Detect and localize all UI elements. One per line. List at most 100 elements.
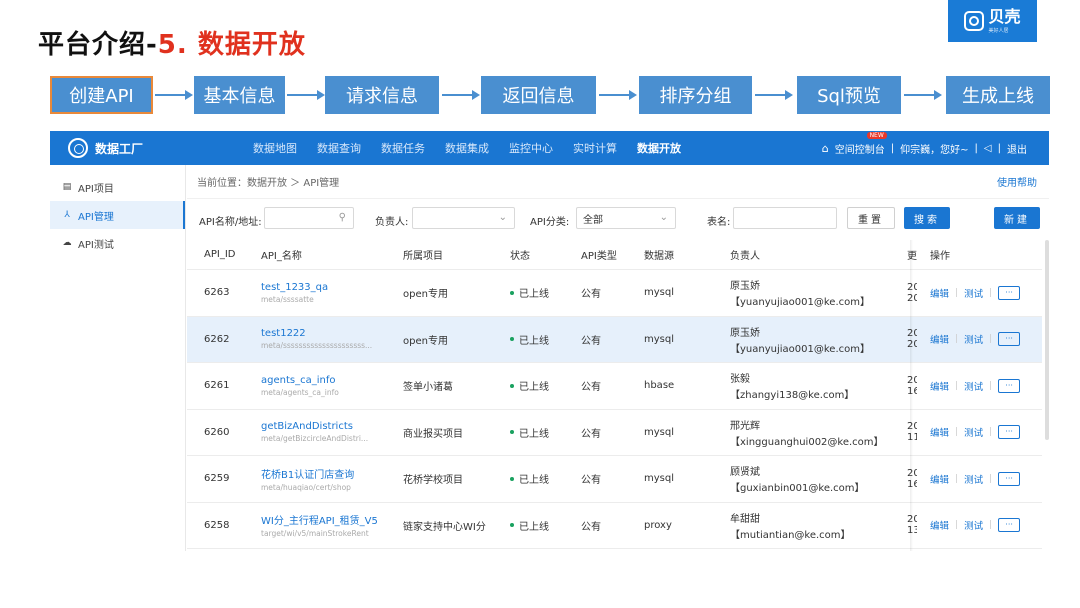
cell-owner: 顾贤斌 【guxianbin001@ke.com】 — [730, 456, 900, 502]
api-type: 公有 — [581, 521, 601, 533]
speaker-icon[interactable]: ◁ — [984, 143, 992, 154]
test-link[interactable]: 测试 — [964, 518, 983, 532]
search-button[interactable]: 搜索 — [904, 207, 950, 229]
brand-logo: 贝壳 美好人居 — [948, 0, 1037, 42]
reset-button[interactable]: 重置 — [847, 207, 895, 229]
api-name-link[interactable]: test1222 — [261, 328, 386, 339]
more-button[interactable]: ··· — [998, 332, 1021, 347]
col-source: 数据源 — [644, 251, 674, 262]
home-icon[interactable]: ⌂ — [822, 142, 829, 155]
more-button[interactable]: ··· — [998, 378, 1021, 393]
api-id: 6261 — [204, 380, 230, 392]
console-link[interactable]: 空间控制台 NEW — [835, 131, 887, 156]
flow-step-create: 创建API — [50, 76, 153, 114]
api-name-input[interactable]: ⚲ — [264, 207, 354, 229]
api-name-link[interactable]: agents_ca_info — [261, 375, 386, 386]
divider: | — [955, 473, 959, 484]
category-label: API分类: — [530, 217, 570, 228]
edit-link[interactable]: 编辑 — [930, 518, 949, 532]
cell-status: 已上线 — [510, 363, 570, 409]
status-dot-icon — [510, 523, 514, 528]
api-name-link[interactable]: WI分_主行程API_租赁_V5 — [261, 512, 386, 527]
test-link[interactable]: 测试 — [964, 379, 983, 393]
table-name-input[interactable] — [733, 207, 837, 229]
more-button[interactable]: ··· — [998, 518, 1021, 533]
divider: | — [890, 142, 895, 154]
breadcrumb: 当前位置：数据开放 ＞ API管理 使用帮助 — [187, 165, 1049, 199]
cell-owner: 原玉娇 【yuanyujiao001@ke.com】 — [730, 317, 900, 363]
test-link[interactable]: 测试 — [964, 472, 983, 486]
test-link[interactable]: 测试 — [964, 425, 983, 439]
table-row: 6259 花桥B1认证门店查询 meta/huaqiao/cert/shop 花… — [187, 456, 1042, 503]
col-api-id: API_ID — [204, 249, 236, 260]
cell-api-type: 公有 — [581, 410, 631, 456]
flow-arrow-icon — [442, 90, 480, 100]
more-button[interactable]: ··· — [998, 285, 1021, 300]
status-dot-icon — [510, 383, 514, 388]
api-name-link[interactable]: getBizAndDistricts — [261, 421, 386, 432]
cell-api-name: test_1233_qa meta/ssssatte — [261, 270, 386, 316]
owner-select[interactable]: ⌄ — [412, 207, 515, 229]
owner-email: 【zhangyi138@ke.com】 — [730, 390, 855, 402]
edit-link[interactable]: 编辑 — [930, 332, 949, 346]
nav-item-data-query[interactable]: 数据查询 — [317, 140, 361, 156]
nav-item-data-map[interactable]: 数据地图 — [253, 140, 297, 156]
create-button[interactable]: 新建 — [994, 207, 1040, 229]
logout-link[interactable]: 退出 — [1007, 141, 1027, 156]
status-text: 已上线 — [519, 289, 549, 301]
status-badge: 已上线 — [510, 378, 570, 393]
cell-source: mysql — [644, 317, 694, 363]
doc-icon: ▤ — [62, 182, 72, 192]
test-link[interactable]: 测试 — [964, 332, 983, 346]
sidebar-item-api-test[interactable]: ☁ API测试 — [50, 229, 185, 257]
edit-link[interactable]: 编辑 — [930, 425, 949, 439]
nav-item-data-integration[interactable]: 数据集成 — [445, 140, 489, 156]
cell-source: mysql — [644, 270, 694, 316]
brand-name: 贝壳 — [988, 6, 1021, 26]
nav-item-monitor[interactable]: 监控中心 — [509, 140, 553, 156]
api-path: target/wi/v5/mainStrokeRent — [261, 529, 369, 539]
row-actions: 编辑 | 测试 | ··· — [930, 378, 1040, 393]
edit-link[interactable]: 编辑 — [930, 472, 949, 486]
sidebar-item-api-manage[interactable]: ⅄ API管理 — [50, 201, 185, 229]
more-button[interactable]: ··· — [998, 425, 1021, 440]
nav-item-data-open[interactable]: 数据开放 — [637, 140, 681, 156]
test-link[interactable]: 测试 — [964, 286, 983, 300]
divider: | — [989, 473, 993, 484]
table-row: 6263 test_1233_qa meta/ssssatte open专用 已… — [187, 270, 1042, 317]
status-text: 已上线 — [519, 382, 549, 394]
nav-item-data-task[interactable]: 数据任务 — [381, 140, 425, 156]
help-link[interactable]: 使用帮助 — [997, 174, 1037, 189]
edit-link[interactable]: 编辑 — [930, 379, 949, 393]
app-logo[interactable]: 数据工厂 — [68, 138, 143, 158]
api-name-link[interactable]: 花桥B1认证门店查询 — [261, 466, 386, 481]
nav-item-realtime[interactable]: 实时计算 — [573, 140, 617, 156]
flow-step-sort: 排序分组 — [639, 76, 752, 114]
flow-arrow-icon — [904, 90, 942, 100]
flow-arrow-icon — [755, 90, 793, 100]
project-name: open专用 — [403, 289, 448, 301]
divider: | — [955, 287, 959, 298]
status-dot-icon — [510, 290, 514, 295]
sidebar-item-label: API测试 — [78, 239, 114, 251]
flow-arrow-icon — [155, 90, 193, 100]
user-greeting[interactable]: 仰宗巍，您好~ — [900, 141, 968, 156]
row-actions: 编辑 | 测试 | ··· — [930, 285, 1040, 300]
api-name-label: API名称/地址: — [199, 217, 262, 228]
row-actions: 编辑 | 测试 | ··· — [930, 332, 1040, 347]
cell-api-type: 公有 — [581, 503, 631, 549]
cell-api-name: getBizAndDistricts meta/getBizcircleAndD… — [261, 410, 386, 456]
sidebar-item-api-project[interactable]: ▤ API项目 — [50, 173, 185, 201]
divider: | — [974, 142, 978, 154]
category-select[interactable]: 全部 ⌄ — [576, 207, 676, 229]
col-status: 状态 — [510, 251, 530, 262]
more-button[interactable]: ··· — [998, 471, 1021, 486]
api-name-link[interactable]: test_1233_qa — [261, 282, 386, 293]
flow-step-basic: 基本信息 — [194, 76, 285, 114]
vertical-scrollbar[interactable] — [1045, 240, 1049, 440]
cell-api-id: 6261 — [204, 363, 254, 409]
chevron-down-icon: ⌄ — [498, 212, 507, 223]
app-window: 数据工厂 数据地图 数据查询 数据任务 数据集成 监控中心 实时计算 数据开放 … — [50, 131, 1049, 551]
edit-link[interactable]: 编辑 — [930, 286, 949, 300]
api-id: 6262 — [204, 333, 230, 345]
